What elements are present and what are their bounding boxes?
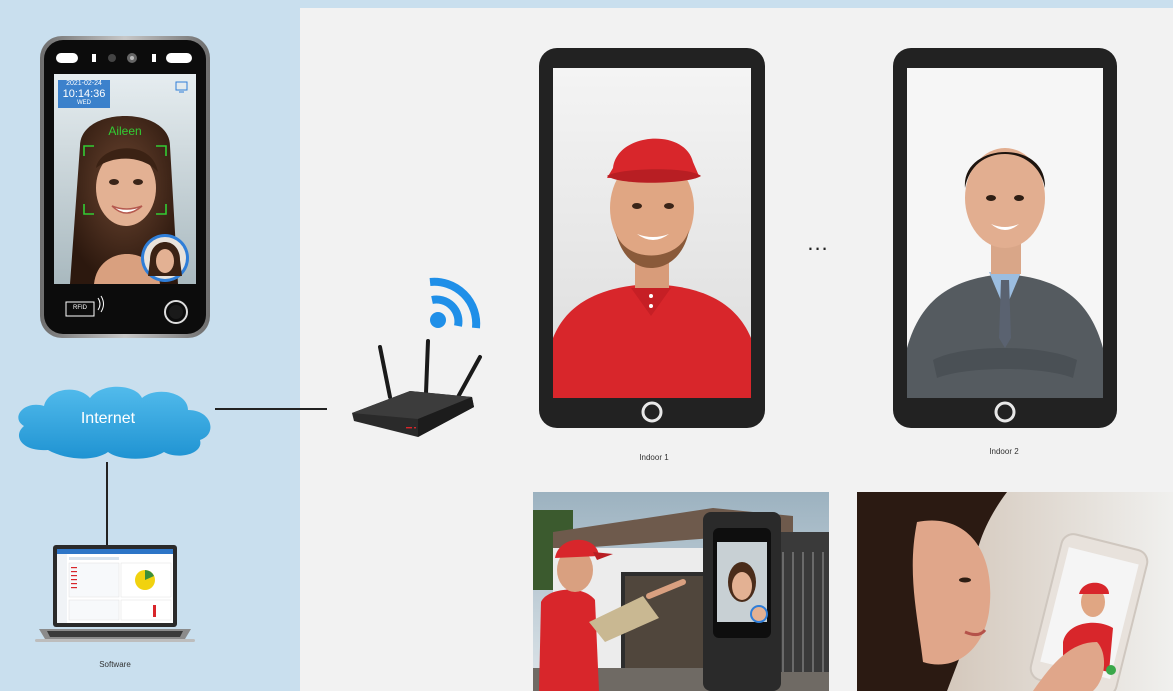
top-band (300, 0, 1173, 8)
indoor-2-tablet (893, 48, 1117, 428)
captured-face-thumbnail (141, 234, 189, 282)
cloud-to-laptop-line (106, 462, 108, 550)
terminal-weekday: WED (77, 100, 91, 106)
indoor-2-label: Indoor 2 (989, 447, 1019, 456)
software-laptop (35, 545, 195, 650)
wifi-router (348, 335, 488, 440)
recognized-name: Aileen (108, 124, 142, 138)
terminal-date: 2021-02-24 (66, 80, 102, 87)
cloud-to-router-line (215, 408, 327, 410)
more-units-ellipsis: ... (807, 230, 829, 255)
rfid-label: RFID (73, 305, 87, 311)
indoor-1-label: Indoor 1 (639, 453, 669, 462)
doorstep-scene-photo (533, 492, 829, 691)
wifi-signal-icon (420, 270, 490, 340)
indoor-1-tablet (539, 48, 765, 428)
terminal-time: 10:14:36 (62, 88, 106, 100)
internet-cloud: Internet (8, 380, 218, 462)
face-recognition-terminal: 2021-02-24 10:14:36 WED Aileen RFID (40, 36, 210, 338)
woman-phone-photo (857, 492, 1173, 691)
software-label: Software (99, 660, 131, 669)
internet-label: Internet (80, 410, 136, 427)
